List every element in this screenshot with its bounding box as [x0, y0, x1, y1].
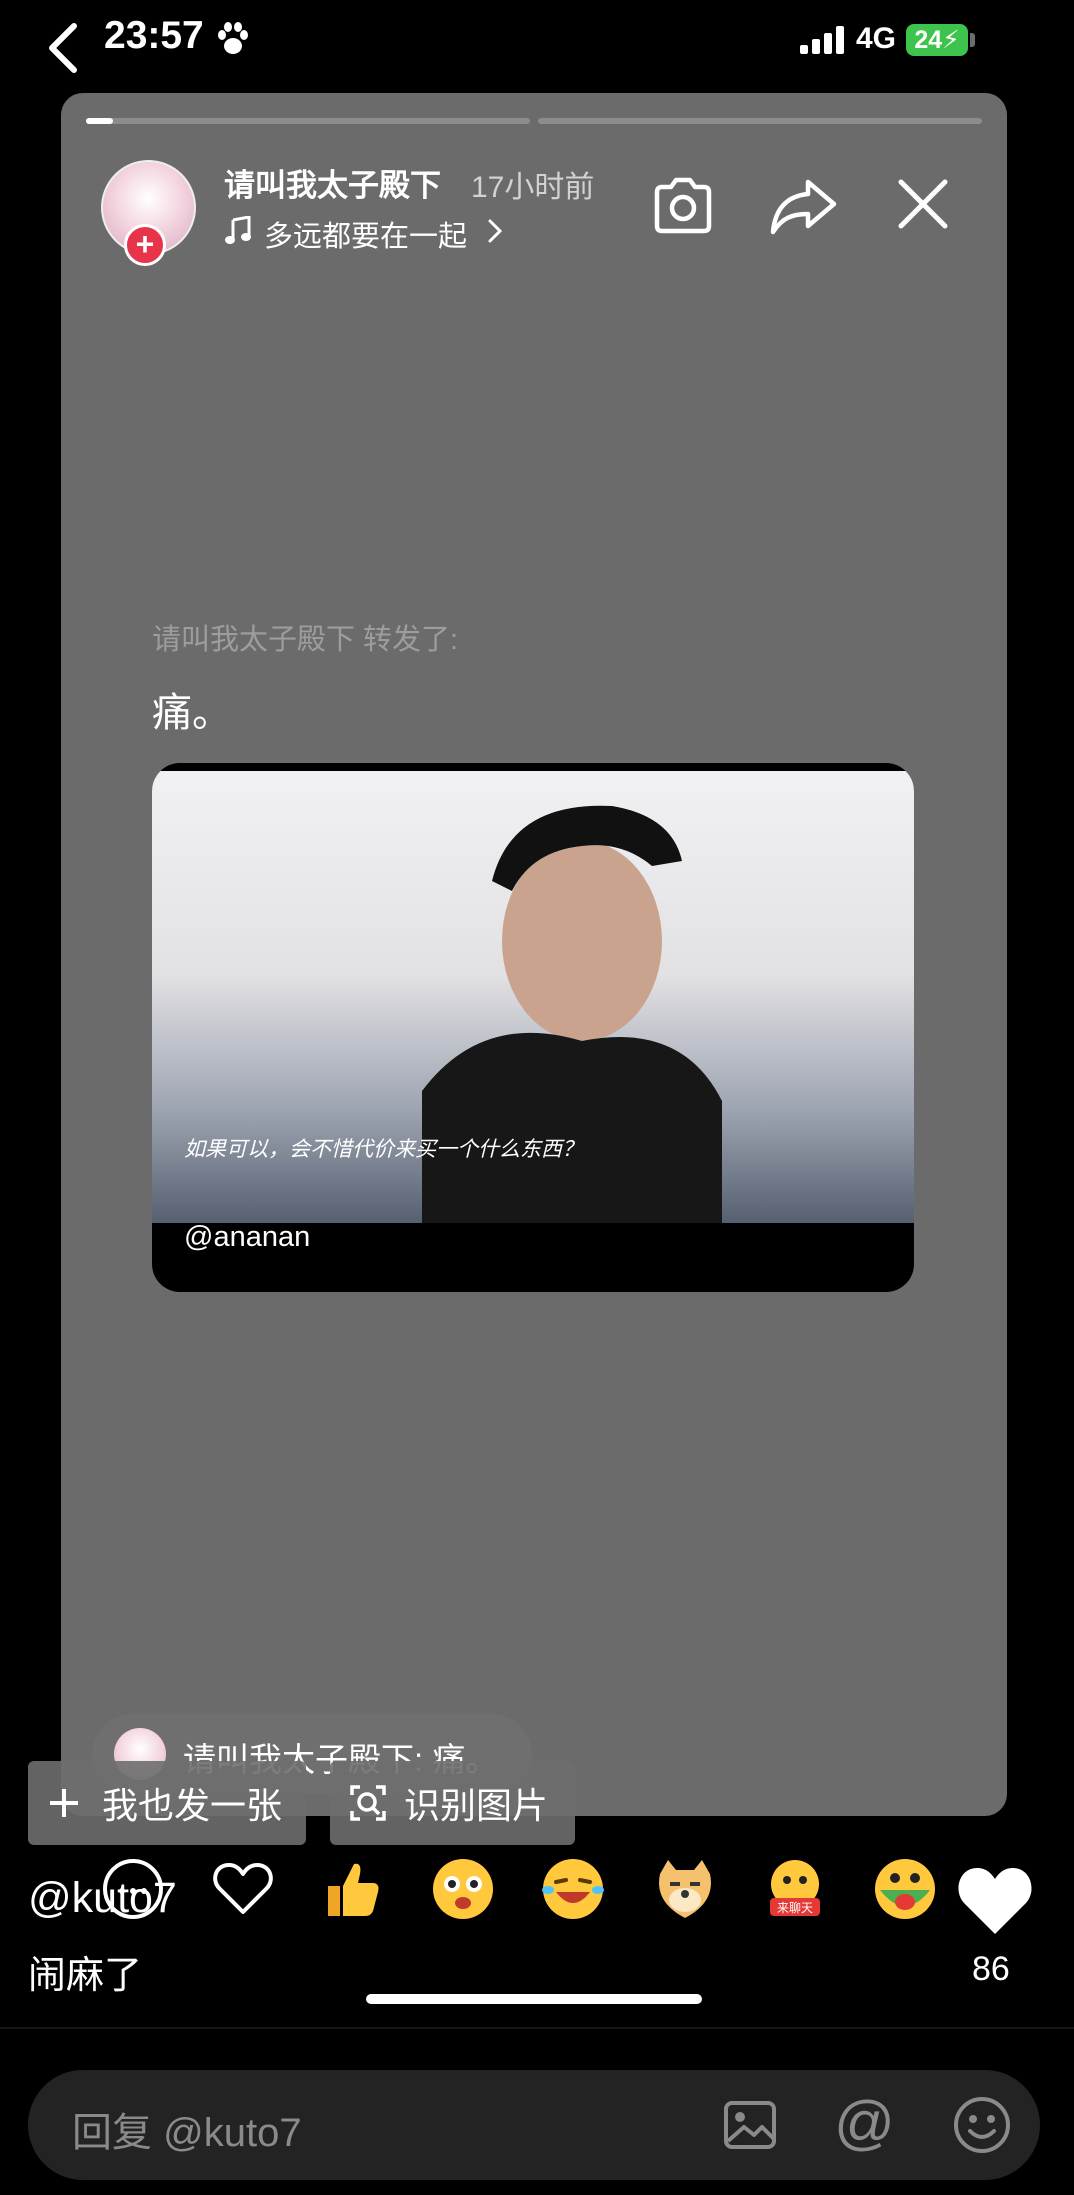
- scan-icon: [350, 1785, 386, 1821]
- reply-input[interactable]: 回复 @kuto7: [72, 2100, 302, 2158]
- battery-tip: [970, 33, 975, 47]
- recognize-label: 识别图片: [404, 1785, 549, 1826]
- emoji-icon[interactable]: [952, 2095, 1012, 2155]
- photo-author: @ananan: [184, 1221, 311, 1253]
- reply-text: 闹麻了: [28, 1955, 143, 1997]
- music-title[interactable]: 多远都要在一起: [264, 213, 467, 255]
- mention-icon[interactable]: @: [834, 2088, 895, 2157]
- battery-level: 24: [914, 25, 943, 54]
- story-username[interactable]: 请叫我太子殿下: [224, 160, 441, 205]
- story-time-ago: 17小时前: [471, 171, 595, 204]
- image-icon[interactable]: [722, 2097, 778, 2153]
- home-indicator: [366, 1994, 702, 2004]
- photo-caption: 如果可以，会不惜代价来买一个什么东西？: [184, 1137, 583, 1161]
- star-eyes-emoji[interactable]: [430, 1856, 496, 1922]
- story-progress-1-fill: [86, 118, 113, 124]
- camera-icon[interactable]: [651, 174, 715, 236]
- heart-filled-icon[interactable]: [954, 1862, 1036, 1938]
- tongue-emoji[interactable]: [872, 1856, 938, 1922]
- close-icon[interactable]: [897, 178, 949, 230]
- network-label: 4G: [856, 22, 897, 55]
- plus-icon: [50, 1789, 78, 1817]
- heart-outline-icon[interactable]: [210, 1856, 276, 1922]
- repost-label: 请叫我太子殿下 转发了:: [152, 624, 459, 656]
- like-count: 86: [972, 1950, 1010, 1988]
- status-time: 23:57: [104, 14, 204, 57]
- doge-emoji[interactable]: [652, 1856, 718, 1922]
- story-progress-1: [86, 118, 530, 124]
- recognize-image-button[interactable]: 识别图片: [330, 1761, 575, 1845]
- post-photo[interactable]: 如果可以，会不惜代价来买一个什么东西？ @ananan: [152, 763, 914, 1292]
- chevron-right-icon[interactable]: [486, 218, 504, 244]
- lets-chat-emoji[interactable]: 来聊天: [762, 1856, 828, 1922]
- reply-user[interactable]: @kuto7: [28, 1874, 177, 1923]
- follow-plus-icon[interactable]: +: [124, 224, 166, 266]
- music-note-icon: [225, 216, 251, 244]
- battery-indicator: 24 ⚡: [906, 24, 968, 56]
- share-icon[interactable]: [768, 176, 838, 236]
- back-icon[interactable]: [44, 20, 80, 76]
- me-too-label: 我也发一张: [102, 1785, 283, 1826]
- story-progress-2: [538, 118, 982, 124]
- laughing-tears-emoji[interactable]: [540, 1856, 606, 1922]
- paw-icon: [218, 22, 248, 54]
- divider: [0, 2027, 1074, 2029]
- lets-chat-sticker-text: 来聊天: [777, 1901, 813, 1915]
- post-text: 痛。: [152, 691, 232, 735]
- thumbs-up-icon[interactable]: [318, 1856, 384, 1922]
- me-too-button[interactable]: 我也发一张: [28, 1761, 306, 1845]
- signal-icon: [800, 26, 844, 54]
